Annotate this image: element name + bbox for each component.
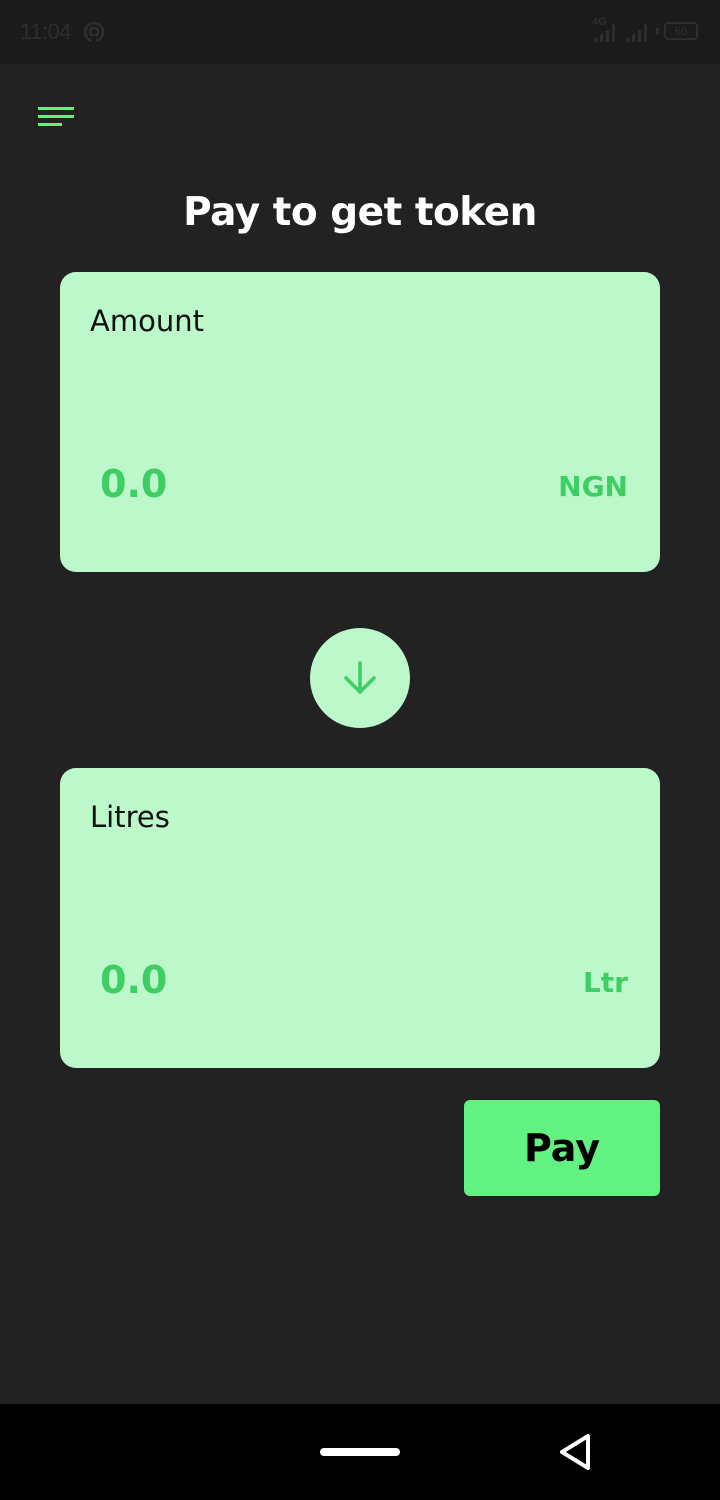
page-title: Pay to get token [183,190,537,235]
litres-label: Litres [90,800,170,834]
arrow-down-icon [344,661,376,694]
status-time: 11:04 [20,19,71,44]
amount-card: Amount 0.0 NGN [60,272,660,572]
hamburger-menu-icon[interactable] [32,102,80,138]
amount-currency: NGN [558,470,628,503]
back-triangle-icon[interactable] [556,1432,596,1472]
convert-button[interactable] [310,628,410,728]
litres-card: Litres 0.0 Ltr [60,768,660,1068]
battery-icon: 66 [664,22,698,40]
litres-input[interactable]: 0.0 [100,958,400,1002]
status-bar: 11:04 4G 66 [0,0,720,64]
hotspot-icon [83,21,105,43]
home-pill-icon[interactable] [320,1448,400,1456]
signal-icon [594,24,659,42]
system-nav-bar [0,1404,720,1500]
amount-label: Amount [90,304,204,338]
amount-input[interactable]: 0.0 [100,462,400,506]
pay-button[interactable]: Pay [464,1100,660,1196]
litres-unit: Ltr [582,966,628,999]
